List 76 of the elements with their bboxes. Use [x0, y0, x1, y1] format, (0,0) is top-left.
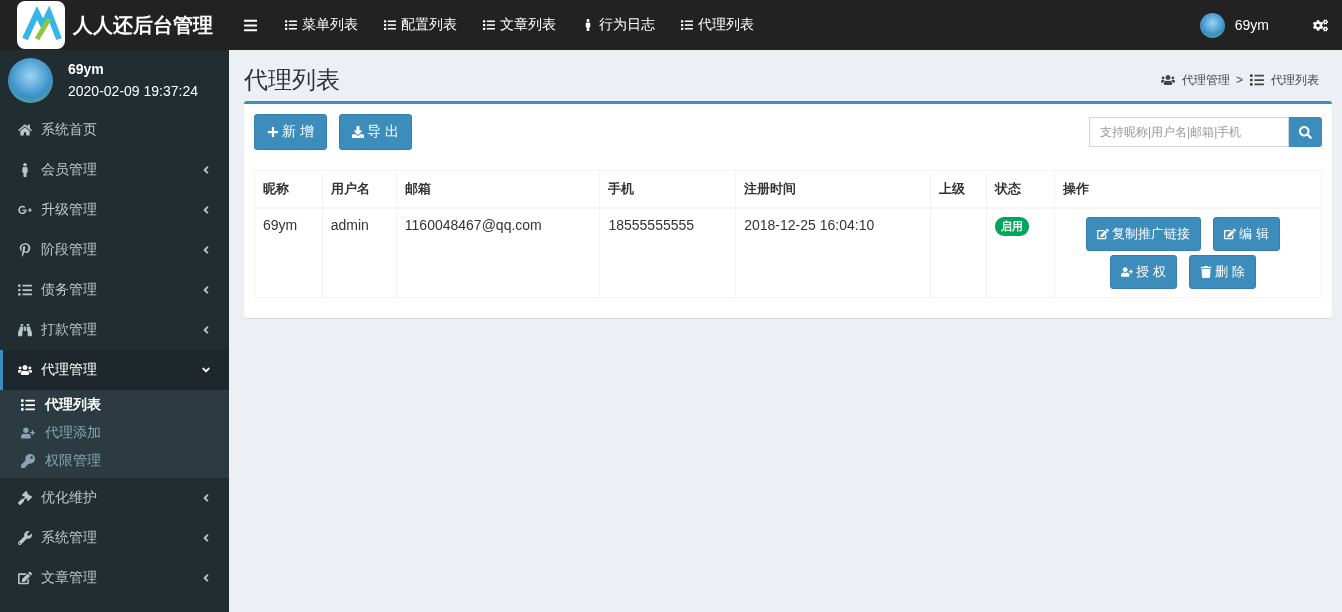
list-icon — [1249, 73, 1265, 87]
sidebar-item[interactable]: 升级管理 — [0, 190, 229, 230]
table-cell: 18555555555 — [599, 208, 736, 298]
breadcrumb-separator: > — [1236, 73, 1243, 87]
toolbar-button[interactable]: 新 增 — [254, 114, 327, 150]
column-header: 状态 — [987, 170, 1055, 208]
list-icon — [17, 283, 33, 297]
sidebar-item[interactable]: 系统管理 — [0, 518, 229, 558]
nav-link[interactable]: 行为日志 — [569, 16, 668, 34]
table-cell: 69ym — [254, 208, 323, 298]
google-plus-icon — [17, 203, 33, 217]
submenu-item[interactable]: 权限管理 — [0, 447, 229, 475]
avatar-icon — [1199, 12, 1225, 38]
sidebar-item[interactable]: 阶段管理 — [0, 230, 229, 270]
plus-icon — [267, 126, 279, 138]
user-plus-icon — [1121, 266, 1134, 278]
search-field[interactable]: 支持昵称|用户名|邮箱|手机 — [1089, 117, 1289, 147]
list-icon — [681, 19, 693, 31]
search-icon — [1299, 125, 1312, 139]
download-icon — [351, 126, 364, 138]
edit-icon — [17, 571, 33, 585]
search-button[interactable] — [1289, 117, 1322, 147]
column-header: 手机 — [599, 170, 736, 208]
key-icon — [20, 454, 36, 468]
submenu-item[interactable]: 代理列表 — [0, 391, 229, 419]
user-plus-icon — [20, 426, 36, 440]
edit-icon — [1097, 228, 1110, 240]
sidebar-item[interactable]: 代理管理 — [0, 350, 229, 390]
avatar-icon — [8, 57, 53, 103]
list-icon — [384, 19, 396, 31]
toolbar-button[interactable]: 导 出 — [338, 114, 412, 150]
sidebar-item[interactable]: 打款管理 — [0, 310, 229, 350]
table-cell: 1160048467@qq.com — [396, 208, 600, 298]
list-icon — [483, 19, 495, 31]
status-badge: 启用 — [995, 217, 1030, 236]
sidebar-item[interactable]: 文章管理 — [0, 558, 229, 598]
binoculars-icon — [17, 323, 33, 337]
submenu-item[interactable]: 代理添加 — [0, 419, 229, 447]
logo-icon — [17, 1, 65, 49]
table-cell: admin — [322, 208, 397, 298]
breadcrumb-link[interactable]: 代理管理 — [1182, 71, 1230, 89]
action-button[interactable]: 编 辑 — [1213, 217, 1280, 251]
trash-icon — [1200, 266, 1212, 278]
column-header: 邮箱 — [396, 170, 600, 208]
sidebar-item[interactable]: 债务管理 — [0, 270, 229, 310]
nav-link[interactable]: 菜单列表 — [272, 16, 371, 34]
column-header: 操作 — [1054, 170, 1322, 208]
list-icon — [20, 398, 36, 412]
nav-link[interactable]: 配置列表 — [371, 16, 470, 34]
column-header: 昵称 — [254, 170, 323, 208]
sidebar-item[interactable]: 优化维护 — [0, 478, 229, 518]
list-icon — [285, 19, 297, 31]
brand-title: 人人还后台管理 — [73, 12, 213, 38]
user-name: 69ym — [68, 61, 105, 77]
nav-link[interactable]: 文章列表 — [470, 16, 569, 34]
column-header: 注册时间 — [735, 170, 931, 208]
sidebar-item[interactable]: 会员管理 — [0, 150, 229, 190]
nav-link[interactable]: 代理列表 — [668, 16, 767, 34]
wrench-icon — [17, 531, 33, 545]
breadcrumb-link[interactable]: 代理列表 — [1271, 71, 1319, 89]
table-cell: 2018-12-25 16:04:10 — [735, 208, 931, 298]
column-header: 用户名 — [322, 170, 397, 208]
users-icon — [17, 363, 33, 377]
gavel-icon — [17, 491, 33, 505]
login-time: 2020-02-09 19:37:24 — [68, 83, 198, 99]
user-menu[interactable]: 69ym — [1199, 12, 1299, 38]
edit-icon — [1224, 228, 1237, 240]
users-icon — [1160, 73, 1176, 87]
home-icon — [17, 123, 33, 137]
sidebar-item[interactable]: 系统首页 — [0, 110, 229, 150]
action-button[interactable]: 授 权 — [1110, 255, 1177, 289]
column-header: 上级 — [930, 170, 987, 208]
page-title: 代理列表 — [244, 65, 340, 95]
pinterest-icon — [17, 243, 33, 257]
action-button[interactable]: 复制推广链接 — [1086, 217, 1202, 251]
action-button[interactable]: 删 除 — [1189, 255, 1256, 289]
